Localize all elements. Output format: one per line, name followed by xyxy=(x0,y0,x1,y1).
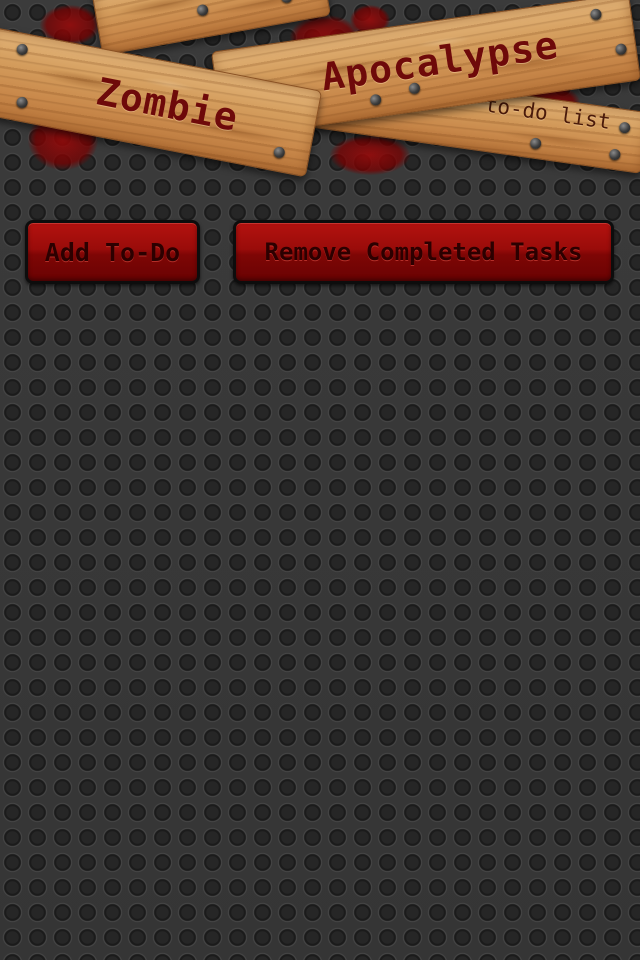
remove-completed-button[interactable]: Remove Completed Tasks xyxy=(233,220,614,284)
remove-completed-label: Remove Completed Tasks xyxy=(264,238,583,266)
blood-splatter xyxy=(330,135,410,175)
add-todo-label: Add To-Do xyxy=(44,237,181,267)
app-header: to-do list Apocalypse Zombie xyxy=(0,0,640,200)
add-todo-button[interactable]: Add To-Do xyxy=(25,220,200,284)
